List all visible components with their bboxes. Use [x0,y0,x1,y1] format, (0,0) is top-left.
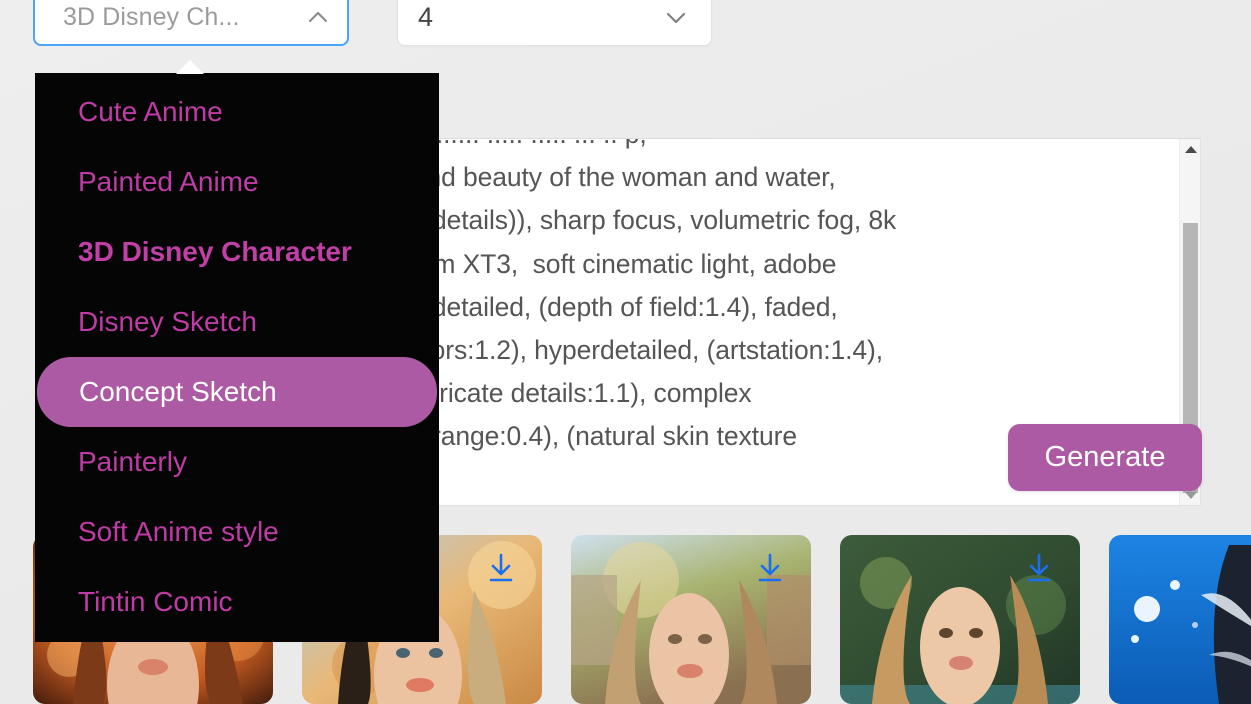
style-preset-value: 3D Disney Ch... [63,2,240,31]
download-arrow-icon[interactable] [753,551,787,585]
menu-item-label: Painterly [78,446,187,477]
chevron-down-icon[interactable] [661,2,691,32]
chevron-up-icon[interactable] [303,2,333,32]
result-image-5[interactable] [1109,535,1251,704]
toolbar: 3D Disney Ch... 4 [0,0,1251,56]
menu-item-label: Concept Sketch [79,376,277,407]
thumbnail-art [1109,535,1251,704]
menu-item-label: Disney Sketch [78,306,257,337]
download-arrow-icon[interactable] [484,551,518,585]
menu-item-3d-disney-character[interactable]: 3D Disney Character [36,217,438,287]
download-arrow-icon[interactable] [1022,551,1056,585]
menu-item-painterly[interactable]: Painterly [36,427,438,497]
menu-item-soft-anime-style[interactable]: Soft Anime style [36,497,438,567]
dropdown-caret-icon [176,60,204,74]
menu-item-label: Soft Anime style [78,516,279,547]
menu-item-concept-sketch[interactable]: Concept Sketch [37,357,437,427]
menu-item-label: Painted Anime [78,166,259,197]
generate-button[interactable]: Generate [1008,424,1202,491]
menu-item-label: Cute Anime [78,96,223,127]
image-count-value: 4 [418,1,434,32]
menu-item-label: Tintin Comic [78,586,233,617]
style-preset-dropdown-menu[interactable]: Cute Anime Painted Anime 3D Disney Chara… [35,73,439,642]
result-image-4[interactable] [840,535,1080,704]
image-generator-app: 3D Disney Ch... 4 g pin, ... ....... ...… [0,0,1251,704]
scroll-up-arrow-icon[interactable] [1180,139,1200,159]
menu-item-disney-sketch[interactable]: Disney Sketch [36,287,438,357]
menu-item-cute-anime[interactable]: Cute Anime [36,77,438,147]
image-count-select[interactable]: 4 [397,0,712,46]
result-image-3[interactable] [571,535,811,704]
style-preset-select[interactable]: 3D Disney Ch... [33,0,349,46]
menu-item-painted-anime[interactable]: Painted Anime [36,147,438,217]
menu-item-tintin-comic[interactable]: Tintin Comic [36,567,438,637]
menu-item-label: 3D Disney Character [78,236,352,267]
